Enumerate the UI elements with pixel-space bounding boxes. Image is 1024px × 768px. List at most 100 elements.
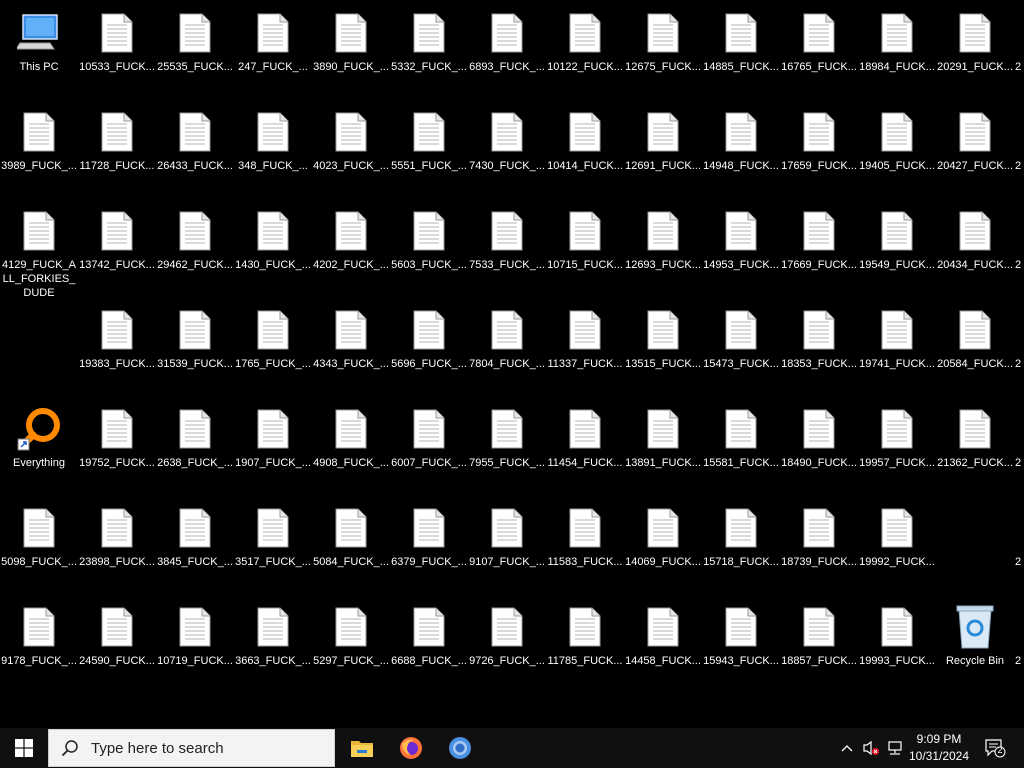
desktop-file-icon[interactable]: 2	[1015, 8, 1024, 74]
desktop-file-icon[interactable]: 2	[1015, 503, 1024, 569]
desktop-file-icon[interactable]: 12675_FUCK...	[624, 8, 702, 74]
desktop-file-icon[interactable]: 4908_FUCK_...	[312, 404, 390, 470]
desktop-file-icon[interactable]: 19383_FUCK...	[78, 305, 156, 371]
desktop-file-icon[interactable]: 18490_FUCK...	[780, 404, 858, 470]
desktop-file-icon[interactable]: 2	[1015, 305, 1024, 371]
desktop-file-icon[interactable]: 10122_FUCK...	[546, 8, 624, 74]
desktop-file-icon[interactable]: 25535_FUCK...	[156, 8, 234, 74]
desktop-file-icon[interactable]: 20434_FUCK...	[936, 206, 1014, 272]
taskbar-chromium[interactable]	[436, 728, 484, 768]
desktop-file-icon[interactable]: 3890_FUCK_...	[312, 8, 390, 74]
desktop-file-icon[interactable]: 3845_FUCK_...	[156, 503, 234, 569]
desktop-file-icon[interactable]: 1765_FUCK_...	[234, 305, 312, 371]
desktop-file-icon[interactable]: 14069_FUCK...	[624, 503, 702, 569]
desktop-file-icon[interactable]: 9726_FUCK_...	[468, 602, 546, 668]
desktop-icon-this-pc[interactable]: This PC	[0, 8, 78, 74]
taskbar-file-explorer[interactable]	[338, 728, 386, 768]
desktop-file-icon[interactable]: 31539_FUCK...	[156, 305, 234, 371]
start-button[interactable]	[0, 728, 48, 768]
desktop-file-icon[interactable]: 4343_FUCK_...	[312, 305, 390, 371]
desktop-file-icon[interactable]: 7955_FUCK_...	[468, 404, 546, 470]
desktop-file-icon[interactable]: 2	[1015, 107, 1024, 173]
desktop-file-icon[interactable]: 15473_FUCK...	[702, 305, 780, 371]
show-hidden-icons-button[interactable]	[836, 728, 858, 768]
desktop-file-icon[interactable]: 29462_FUCK...	[156, 206, 234, 272]
desktop-file-icon[interactable]: 14953_FUCK...	[702, 206, 780, 272]
desktop-file-icon[interactable]: 20427_FUCK...	[936, 107, 1014, 173]
desktop-file-icon[interactable]: 19993_FUCK...	[858, 602, 936, 668]
desktop-file-icon[interactable]: 23898_FUCK...	[78, 503, 156, 569]
desktop-file-icon[interactable]: 10533_FUCK...	[78, 8, 156, 74]
desktop-file-icon[interactable]: 4129_FUCK_ALL_FORKIES_DUDE	[0, 206, 78, 300]
desktop-file-icon[interactable]: 5098_FUCK_...	[0, 503, 78, 569]
desktop-file-icon[interactable]: 18739_FUCK...	[780, 503, 858, 569]
desktop-file-icon[interactable]: 5696_FUCK_...	[390, 305, 468, 371]
desktop-file-icon[interactable]: 18353_FUCK...	[780, 305, 858, 371]
desktop-file-icon[interactable]: 3517_FUCK_...	[234, 503, 312, 569]
desktop-file-icon[interactable]: 19992_FUCK...	[858, 503, 936, 569]
desktop-file-icon[interactable]: 19752_FUCK...	[78, 404, 156, 470]
desktop-file-icon[interactable]: 3989_FUCK_...	[0, 107, 78, 173]
desktop-file-icon[interactable]: 14458_FUCK...	[624, 602, 702, 668]
desktop-file-icon[interactable]: 24590_FUCK...	[78, 602, 156, 668]
search-box[interactable]: Type here to search	[48, 729, 335, 767]
desktop-file-icon[interactable]: 7533_FUCK_...	[468, 206, 546, 272]
desktop-file-icon[interactable]: 15581_FUCK...	[702, 404, 780, 470]
desktop-file-icon[interactable]: 19405_FUCK...	[858, 107, 936, 173]
desktop-file-icon[interactable]: 5297_FUCK_...	[312, 602, 390, 668]
desktop-file-icon[interactable]: 17659_FUCK...	[780, 107, 858, 173]
desktop-file-icon[interactable]: 2638_FUCK_...	[156, 404, 234, 470]
desktop-file-icon[interactable]: 4023_FUCK_...	[312, 107, 390, 173]
desktop-file-icon[interactable]: 5332_FUCK_...	[390, 8, 468, 74]
desktop-file-icon[interactable]: 19741_FUCK...	[858, 305, 936, 371]
desktop-file-icon[interactable]: 9107_FUCK_...	[468, 503, 546, 569]
desktop-file-icon[interactable]: 15718_FUCK...	[702, 503, 780, 569]
desktop-file-icon[interactable]: 10414_FUCK...	[546, 107, 624, 173]
desktop-file-icon[interactable]: 16765_FUCK...	[780, 8, 858, 74]
desktop-file-icon[interactable]: 11583_FUCK...	[546, 503, 624, 569]
desktop-file-icon[interactable]: 1430_FUCK_...	[234, 206, 312, 272]
desktop-file-icon[interactable]: 10719_FUCK...	[156, 602, 234, 668]
desktop-icon-everything[interactable]: Everything	[0, 404, 78, 470]
desktop-file-icon[interactable]: 6893_FUCK_...	[468, 8, 546, 74]
clock[interactable]: 9:09 PM 10/31/2024	[900, 731, 978, 765]
desktop-file-icon[interactable]: 21362_FUCK...	[936, 404, 1014, 470]
desktop-file-icon[interactable]: 18984_FUCK...	[858, 8, 936, 74]
desktop-file-icon[interactable]: 1907_FUCK_...	[234, 404, 312, 470]
volume-button[interactable]	[860, 728, 882, 768]
desktop-file-icon[interactable]: 5603_FUCK_...	[390, 206, 468, 272]
desktop-file-icon[interactable]: 18857_FUCK...	[780, 602, 858, 668]
desktop-file-icon[interactable]: 12693_FUCK...	[624, 206, 702, 272]
desktop-file-icon[interactable]: 247_FUCK_...	[234, 8, 312, 74]
desktop-file-icon[interactable]: 6007_FUCK_...	[390, 404, 468, 470]
desktop-file-icon[interactable]: 7804_FUCK_...	[468, 305, 546, 371]
desktop-file-icon[interactable]: 20291_FUCK...	[936, 8, 1014, 74]
desktop-file-icon[interactable]: 14885_FUCK...	[702, 8, 780, 74]
desktop-file-icon[interactable]: 4202_FUCK_...	[312, 206, 390, 272]
desktop-file-icon[interactable]: 348_FUCK_...	[234, 107, 312, 173]
desktop-file-icon[interactable]: 6379_FUCK_...	[390, 503, 468, 569]
desktop-file-icon[interactable]: 26433_FUCK...	[156, 107, 234, 173]
action-center-button[interactable]: 2	[980, 728, 1010, 768]
desktop-icon-recycle-bin[interactable]: Recycle Bin	[936, 602, 1014, 668]
desktop-file-icon[interactable]: 14948_FUCK...	[702, 107, 780, 173]
desktop-file-icon[interactable]: 9178_FUCK_...	[0, 602, 78, 668]
taskbar-firefox[interactable]	[387, 728, 435, 768]
desktop-file-icon[interactable]: 5084_FUCK_...	[312, 503, 390, 569]
desktop-file-icon[interactable]: 3663_FUCK_...	[234, 602, 312, 668]
desktop-file-icon[interactable]: 6688_FUCK_...	[390, 602, 468, 668]
desktop-file-icon[interactable]: 11785_FUCK...	[546, 602, 624, 668]
desktop-file-icon[interactable]: 11337_FUCK...	[546, 305, 624, 371]
desktop-file-icon[interactable]: 2	[1015, 206, 1024, 272]
desktop-file-icon[interactable]: 13742_FUCK...	[78, 206, 156, 272]
desktop-file-icon[interactable]: 17669_FUCK...	[780, 206, 858, 272]
desktop-file-icon[interactable]: 11454_FUCK...	[546, 404, 624, 470]
desktop-file-icon[interactable]: 15943_FUCK...	[702, 602, 780, 668]
desktop-file-icon[interactable]: 5551_FUCK_...	[390, 107, 468, 173]
desktop-file-icon[interactable]: 7430_FUCK_...	[468, 107, 546, 173]
desktop-file-icon[interactable]: 13891_FUCK...	[624, 404, 702, 470]
desktop-file-icon[interactable]: 10715_FUCK...	[546, 206, 624, 272]
desktop-file-icon[interactable]: 2	[1015, 602, 1024, 668]
desktop-file-icon[interactable]: 13515_FUCK...	[624, 305, 702, 371]
desktop-file-icon[interactable]: 11728_FUCK...	[78, 107, 156, 173]
